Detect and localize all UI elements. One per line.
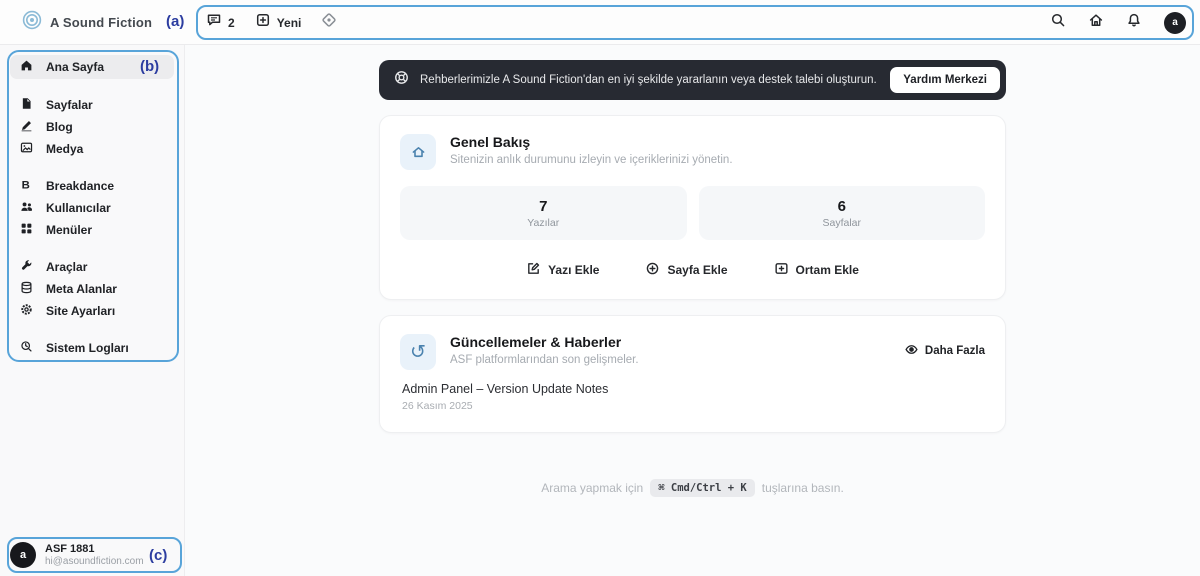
search-hint-suffix: tuşlarına basın. [761,481,844,495]
brand-logo-icon [22,10,42,35]
breakdance-diamond-icon [321,12,337,33]
add-media-label: Ortam Ekle [795,263,859,277]
grid-icon [20,222,33,238]
sidebar-item-sistem-loglari[interactable]: Sistem Logları [0,337,184,359]
sidebar-item-sayfalar[interactable]: Sayfalar [0,94,184,116]
sidebar-item-label: Sayfalar [46,98,93,112]
stat-posts-label: Yazılar [527,216,560,229]
sidebar-user-card[interactable]: a ASF 1881 hi@asoundfiction.com [10,542,144,568]
home-icon [20,59,33,75]
edit-square-icon [526,261,541,279]
gear-icon [20,303,33,319]
search-icon[interactable] [1050,12,1066,33]
update-list-item[interactable]: Admin Panel – Version Update Notes 26 Ka… [400,382,985,412]
sidebar-item-label: Medya [46,142,84,156]
notifications-bell-icon[interactable] [1126,12,1142,33]
comments-count: 2 [228,15,235,30]
sidebar-item-araclar[interactable]: Araçlar [0,256,184,278]
sidebar-item-label: Blog [46,120,73,134]
sidebar-item-label: Breakdance [46,179,115,193]
pencil-icon [20,119,33,135]
overview-card: Genel Bakış Sitenizin anlık durumunu izl… [379,115,1006,300]
update-title: Admin Panel – Version Update Notes [402,382,609,396]
stat-pages[interactable]: 6 Sayfalar [698,186,985,240]
keyboard-shortcut-badge: ⌘ Cmd/Ctrl + K [650,479,755,497]
eye-icon [904,342,919,360]
overview-stats: 7 Yazılar 6 Sayfalar [400,186,985,240]
topbar-tools-right: a [1050,0,1186,45]
sidebar: Ana Sayfa Sayfalar Blog Medya B Breakdan… [0,45,185,576]
home-icon[interactable] [1088,12,1104,33]
sidebar-item-ana-sayfa[interactable]: Ana Sayfa [10,55,174,79]
stat-posts-value: 7 [539,197,548,215]
sidebar-item-label: Sistem Logları [46,341,129,355]
update-date: 26 Kasım 2025 [402,400,473,412]
user-avatar: a [10,542,36,568]
overview-home-icon [400,134,436,170]
sidebar-item-kullanicilar[interactable]: Kullanıcılar [0,197,184,219]
sidebar-item-label: Menüler [46,223,93,237]
updates-card: ↺ Güncellemeler & Haberler ASF platforml… [379,315,1006,433]
new-content-label: Yeni [276,15,302,30]
users-icon [20,200,33,216]
more-updates-label: Daha Fazla [924,345,985,357]
brand-name: A Sound Fiction [50,15,153,30]
add-media-button[interactable]: Ortam Ekle [774,261,859,279]
user-name: ASF 1881 [45,543,95,555]
help-center-button[interactable]: Yardım Merkezi [890,67,1000,93]
stat-pages-value: 6 [837,197,846,215]
comment-icon [206,12,222,33]
topbar-tools-left: 2 Yeni [206,0,337,45]
pages-icon [20,97,33,113]
sidebar-item-label: Kullanıcılar [46,201,111,215]
add-post-label: Yazı Ekle [548,263,600,277]
overview-title: Genel Bakış [450,134,531,150]
topbar: A Sound Fiction 2 Yeni a [0,0,1200,45]
overview-subtitle: Sitenizin anlık durumunu izleyin ve içer… [450,154,733,166]
new-page-icon [255,12,271,33]
image-icon [20,141,33,157]
lifebuoy-icon [393,69,410,91]
help-banner: Rehberlerimizle A Sound Fiction'dan en i… [379,60,1006,100]
search-hint-prefix: Arama yapmak için [541,481,644,495]
user-avatar[interactable]: a [1164,11,1186,34]
app-window: A Sound Fiction 2 Yeni a Ana Sayfa Sayfa… [0,0,1200,576]
sidebar-item-breakdance[interactable]: B Breakdance [0,175,184,197]
sidebar-item-label: Araçlar [46,260,88,274]
new-content-button[interactable]: Yeni [255,12,302,33]
sidebar-item-label: Site Ayarları [46,304,116,318]
search-hint: Arama yapmak için ⌘ Cmd/Ctrl + K tuşları… [379,479,1006,497]
sidebar-item-label: Meta Alanlar [46,282,117,296]
image-plus-icon [774,261,789,279]
comments-shortcut[interactable]: 2 [206,12,235,33]
updates-subtitle: ASF platformlarından son gelişmeler. [450,354,639,366]
sidebar-item-meta-alanlar[interactable]: Meta Alanlar [0,278,184,300]
add-post-button[interactable]: Yazı Ekle [526,261,599,279]
user-email: hi@asoundfiction.com [45,556,144,567]
svg-text:B: B [22,180,30,191]
sidebar-item-medya[interactable]: Medya [0,138,184,160]
brand[interactable]: A Sound Fiction [22,0,152,45]
refresh-icon: ↺ [400,334,436,370]
stat-pages-label: Sayfalar [822,216,862,229]
meta-fields-icon [20,281,33,297]
add-page-button[interactable]: Sayfa Ekle [645,261,728,279]
plus-circle-icon [645,261,660,279]
updates-title: Güncellemeler & Haberler [450,334,622,350]
main-area: Rehberlerimizle A Sound Fiction'dan en i… [185,45,1200,576]
breakdance-icon: B [20,178,33,194]
stat-posts[interactable]: 7 Yazılar [400,186,687,240]
sidebar-item-menuler[interactable]: Menüler [0,219,184,241]
more-updates-button[interactable]: Daha Fazla [904,342,985,360]
sidebar-item-site-ayarlari[interactable]: Site Ayarları [0,300,184,322]
breakdance-builder-button[interactable] [321,12,337,33]
overview-actions: Yazı Ekle Sayfa Ekle Ortam Ekle [400,261,985,279]
wrench-icon [20,259,33,275]
logs-icon [20,340,33,356]
add-page-label: Sayfa Ekle [667,263,728,277]
help-banner-text: Rehberlerimizle A Sound Fiction'dan en i… [420,74,877,86]
sidebar-item-label: Ana Sayfa [46,60,105,74]
sidebar-item-blog[interactable]: Blog [0,116,184,138]
